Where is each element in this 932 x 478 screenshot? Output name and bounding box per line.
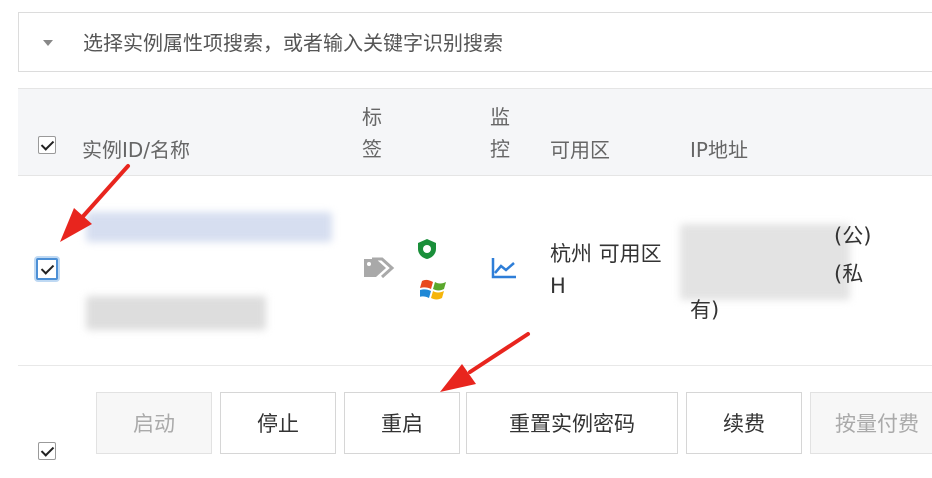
- instance-id-redacted[interactable]: [86, 212, 332, 242]
- column-header-zone: 可用区: [550, 138, 610, 162]
- column-header-monitor: 监控: [490, 105, 510, 161]
- ip-address-redacted: [680, 224, 850, 300]
- windows-icon: [420, 279, 446, 300]
- pay-as-you-go-button[interactable]: 按量付费: [810, 392, 932, 454]
- table-row: 杭州 可用区H (公) (私 有): [18, 176, 932, 366]
- restart-button[interactable]: 重启: [344, 392, 460, 454]
- shield-icon: [418, 239, 436, 259]
- ip-private-label-continued: 有): [690, 298, 720, 322]
- reset-password-button[interactable]: 重置实例密码: [466, 392, 678, 454]
- batch-select-checkbox[interactable]: [38, 442, 56, 460]
- search-bar[interactable]: 选择实例属性项搜索，或者输入关键字识别搜索: [18, 12, 932, 72]
- column-header-instance: 实例ID/名称: [82, 138, 191, 162]
- monitor-chart-icon[interactable]: [490, 256, 518, 280]
- ip-private-label: (私: [834, 262, 864, 286]
- select-all-checkbox[interactable]: [38, 136, 56, 154]
- caret-down-icon[interactable]: [43, 40, 53, 46]
- ip-public-label: (公): [834, 224, 872, 248]
- row-checkbox[interactable]: [36, 258, 58, 280]
- instance-name-redacted: [86, 296, 266, 330]
- renew-button[interactable]: 续费: [686, 392, 802, 454]
- tag-icon[interactable]: [362, 256, 396, 280]
- stop-button[interactable]: 停止: [220, 392, 336, 454]
- column-header-ip: IP地址: [690, 138, 748, 162]
- table-header: 实例ID/名称 标签 监控 可用区 IP地址: [18, 88, 932, 176]
- batch-action-bar: 启动 停止 重启 重置实例密码 续费 按量付费: [18, 366, 932, 478]
- zone-value: 杭州 可用区H: [550, 242, 662, 298]
- column-header-tags: 标签: [362, 105, 382, 161]
- search-input[interactable]: 选择实例属性项搜索，或者输入关键字识别搜索: [83, 30, 503, 56]
- start-button[interactable]: 启动: [96, 392, 212, 454]
